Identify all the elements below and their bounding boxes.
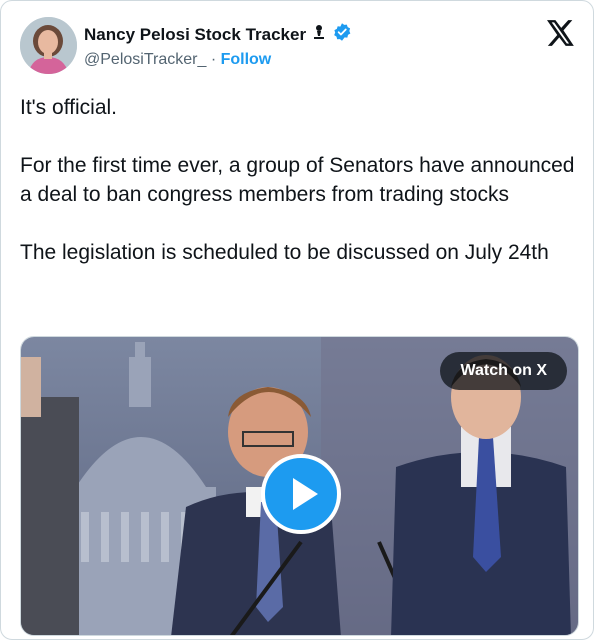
tweet-card[interactable]: Nancy Pelosi Stock Tracker @PelosiTracke…: [0, 0, 594, 640]
author-handle[interactable]: @PelosiTracker_: [84, 51, 206, 68]
play-icon: [293, 478, 318, 510]
watch-on-x-button[interactable]: Watch on X: [440, 352, 567, 390]
author-name-row: Nancy Pelosi Stock Tracker: [84, 22, 352, 47]
author-name[interactable]: Nancy Pelosi Stock Tracker: [84, 25, 306, 45]
handle-row: @PelosiTracker_ · Follow: [84, 51, 271, 69]
tweet-paragraph-1: It's official.: [20, 96, 117, 119]
video-player[interactable]: Watch on X: [20, 336, 579, 636]
follow-button[interactable]: Follow: [221, 51, 272, 68]
person-badge-icon: [312, 24, 326, 45]
tweet-paragraph-3: The legislation is scheduled to be discu…: [20, 241, 549, 264]
verified-badge-icon: [332, 22, 352, 47]
avatar-photo: [20, 17, 77, 74]
tweet-text: It's official. For the first time ever, …: [20, 93, 580, 296]
x-logo-icon[interactable]: [547, 20, 575, 46]
tweet-header: Nancy Pelosi Stock Tracker @PelosiTracke…: [20, 16, 575, 76]
separator-dot: ·: [210, 51, 217, 68]
play-button[interactable]: [261, 454, 341, 534]
avatar[interactable]: [20, 17, 77, 74]
tweet-paragraph-2: For the first time ever, a group of Sena…: [20, 154, 575, 206]
